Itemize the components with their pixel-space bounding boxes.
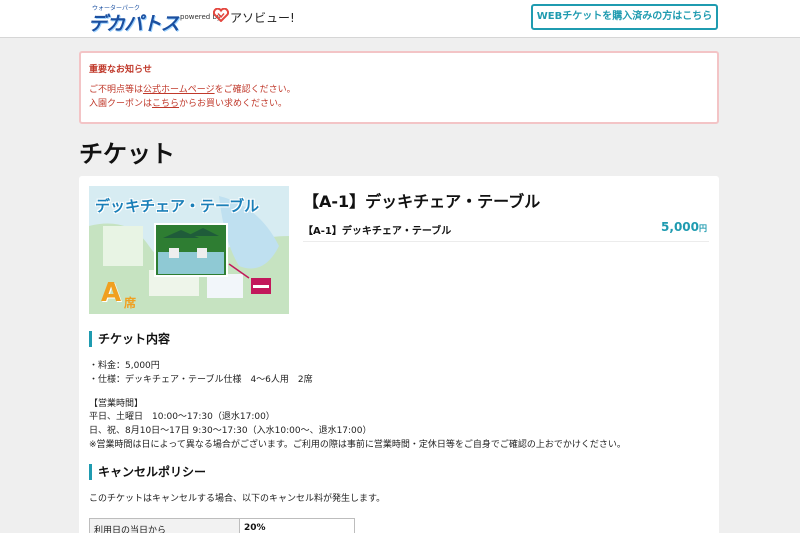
table-row: 利用日の当日から 20% xyxy=(89,518,355,533)
price-unit: 円 xyxy=(699,224,707,233)
decapatos-logo[interactable]: ウォーターパーク デカパトス xyxy=(88,2,180,35)
web-ticket-purchased-button[interactable]: WEBチケットを購入済みの方はこちら xyxy=(531,4,718,30)
coupon-link[interactable]: こちら xyxy=(152,99,179,109)
variant-name: 【A-1】デッキチェア・テーブル xyxy=(303,226,452,237)
ticket-variant-row[interactable]: 【A-1】デッキチェア・テーブル 5,000円 xyxy=(303,220,709,242)
cancel-fee-table: 利用日の当日から 20% xyxy=(89,518,355,533)
notice-text: 入園クーポンは xyxy=(89,99,153,109)
asoview-heart-icon xyxy=(213,8,229,22)
cancel-fee-period: 利用日の当日から xyxy=(89,518,240,533)
price-line: ・料金：5,000円 xyxy=(89,361,160,371)
page-title: チケット xyxy=(79,140,175,168)
image-banner-text: デッキチェア・テーブル xyxy=(95,197,260,215)
product-title: 【A-1】デッキチェア・テーブル xyxy=(303,192,541,211)
notice-title: 重要なお知らせ xyxy=(89,65,152,75)
notice-text: ご不明点等は xyxy=(89,85,144,95)
hours-line-holiday: 日、祝、8月10日〜17日 9:30〜17:30（入水10:00〜、退水17:0… xyxy=(89,426,372,436)
notice-text: をご確認ください。 xyxy=(214,85,296,95)
cancel-fee-rate: 20% xyxy=(239,518,355,533)
asoview-logo-text: アソビュー! xyxy=(230,11,295,25)
variant-price: 5,000円 xyxy=(661,220,707,234)
logo-wordmark: デカパトス xyxy=(88,13,180,35)
important-notice: 重要なお知らせ ご不明点等は公式ホームページをご確認ください。 入園クーポンはこ… xyxy=(79,51,719,124)
notice-line-official-site: ご不明点等は公式ホームページをご確認ください。 xyxy=(89,83,709,97)
hours-heading: 【営業時間】 xyxy=(89,399,144,409)
ticket-image: デッキチェア・テーブル A 席 xyxy=(89,186,289,314)
price-amount: 5,000 xyxy=(661,220,699,234)
seat-grade-letter: A xyxy=(101,278,122,308)
notice-text: からお買い求めください。 xyxy=(179,99,288,109)
site-header: ウォーターパーク デカパトス powered by アソビュー! WEBチケット… xyxy=(0,0,800,38)
cancel-policy-heading: キャンセルポリシー xyxy=(89,464,206,480)
cancel-policy-description: このチケットはキャンセルする場合、以下のキャンセル料が発生します。 xyxy=(89,494,386,504)
notice-line-coupon: 入園クーポンはこちらからお買い求めください。 xyxy=(89,97,709,111)
spec-line: ・仕様：デッキチェア・テーブル仕様 4〜6人用 2席 xyxy=(89,375,313,385)
official-homepage-link[interactable]: 公式ホームページ xyxy=(143,85,215,95)
ticket-card: デッキチェア・テーブル A 席 【A-1】デッキチェア・テーブル 【A-1】デッ… xyxy=(79,176,719,533)
hours-line-weekday: 平日、土曜日 10:00〜17:30（退水17:00） xyxy=(89,412,275,422)
seat-grade-suffix: 席 xyxy=(124,296,137,310)
ticket-details-heading: チケット内容 xyxy=(89,331,170,347)
hours-note: ※営業時間は日によって異なる場合がございます。ご利用の際は事前に営業時間・定休日… xyxy=(89,440,626,450)
